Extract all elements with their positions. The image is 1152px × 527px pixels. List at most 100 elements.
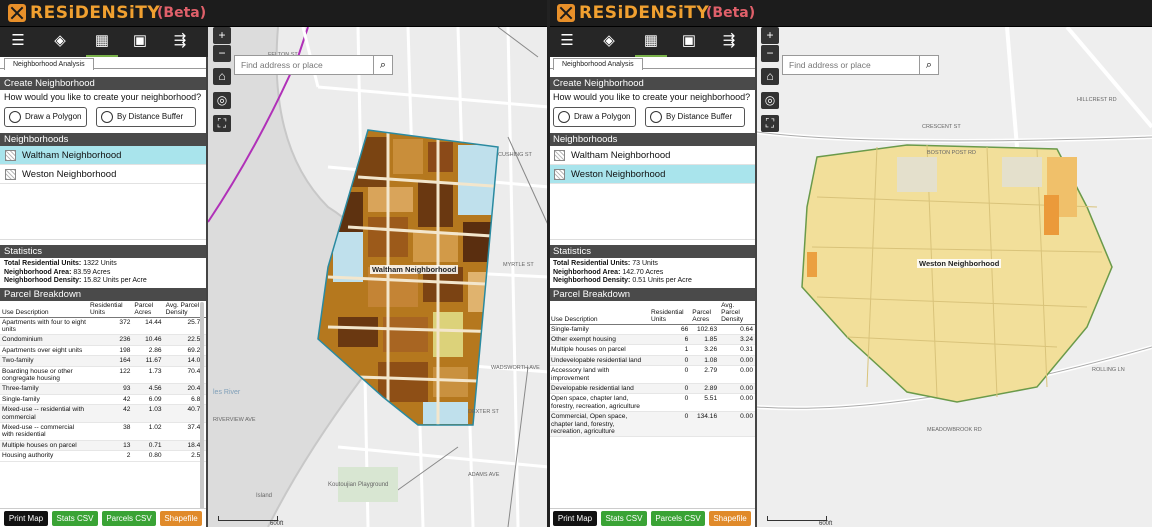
table-cell: Apartments over eight units <box>0 345 88 357</box>
street-label: BOSTON POST RD <box>927 150 977 156</box>
home-icon[interactable]: ⌂ <box>213 68 231 85</box>
table-cell: Commercial, Open space, chapter land, fo… <box>549 411 649 438</box>
grid-icon[interactable]: ▣ <box>128 30 152 52</box>
draw-polygon-button[interactable]: Draw a Polygon <box>4 107 87 127</box>
map-weston[interactable]: Weston Neighborhood HILLCREST RD CRESCEN… <box>757 27 1152 527</box>
table-cell: 1.02 <box>132 422 164 441</box>
table-row: Apartments over eight units 198 2.86 69.22 <box>0 345 206 357</box>
table-cell: 0.64 <box>719 324 755 335</box>
table-cell: 3.24 <box>719 334 755 346</box>
table-row: Mixed-use -- residential with commercial… <box>0 404 206 423</box>
park-label: Koutoujian Playground <box>328 482 389 488</box>
zoom-in-button[interactable]: + <box>761 27 779 44</box>
street-label: MYRTLE ST <box>503 262 534 268</box>
stats-csv-button[interactable]: Stats CSV <box>52 511 98 526</box>
list-item[interactable]: Weston Neighborhood <box>0 165 206 184</box>
footer-bar: Print Map Stats CSV Parcels CSV Shapefil… <box>0 508 206 527</box>
table-cell: Housing authority <box>0 450 88 462</box>
parcels-csv-button[interactable]: Parcels CSV <box>102 511 156 526</box>
layers-icon[interactable]: ◈ <box>597 30 621 52</box>
draw-polygon-button[interactable]: Draw a Polygon <box>553 107 636 127</box>
shapefile-button[interactable]: Shapefile <box>709 511 751 526</box>
home-icon[interactable]: ⌂ <box>761 68 779 85</box>
table-cell: 1.08 <box>690 355 720 367</box>
neighborhood-list: Waltham Neighborhood Weston Neighborhood <box>0 146 206 240</box>
table-cell: 0.71 <box>132 440 164 452</box>
search-input[interactable]: Find address or place <box>782 55 920 75</box>
table-cell: 0 <box>649 355 691 367</box>
list-item[interactable]: Waltham Neighborhood <box>0 146 206 165</box>
fullscreen-icon[interactable]: ⛶ <box>761 115 779 132</box>
table-cell: 236 <box>88 334 133 346</box>
table-cell: 5.51 <box>690 393 720 413</box>
print-map-button[interactable]: Print Map <box>553 511 597 526</box>
column-header: Avg. Parcel Density <box>719 300 755 325</box>
create-question: How would you like to create your neighb… <box>553 92 751 102</box>
scrollbar[interactable] <box>200 302 204 517</box>
neighborhood-analysis-icon[interactable]: ▦ <box>86 30 118 57</box>
search-icon[interactable]: ⌕ <box>919 55 939 75</box>
map-waltham[interactable]: Waltham Neighborhood FELTON ST CUSHING S… <box>208 27 549 527</box>
table-row: Mixed-use -- commercial with residential… <box>0 422 206 441</box>
parcel-table: Use Description Residential Units Parcel… <box>549 300 755 438</box>
table-cell: 1 <box>649 344 691 356</box>
distance-buffer-button[interactable]: By Distance Buffer <box>96 107 196 127</box>
street-label: WADSWORTH AVE <box>491 365 540 371</box>
column-header: Use Description <box>549 300 649 325</box>
search-icon[interactable]: ⌕ <box>373 55 393 75</box>
table-cell: 0 <box>649 393 691 413</box>
locate-icon[interactable]: ◎ <box>761 92 779 109</box>
zoom-out-button[interactable]: − <box>213 45 231 62</box>
table-cell: 10.46 <box>132 334 164 346</box>
locate-icon[interactable]: ◎ <box>213 92 231 109</box>
beta-badge: (Beta) <box>706 5 756 21</box>
fullscreen-icon[interactable]: ⛶ <box>213 115 231 132</box>
list-item[interactable]: Weston Neighborhood <box>549 165 755 184</box>
river-label: les River <box>213 389 241 396</box>
table-cell: Mixed-use -- commercial with residential <box>0 422 88 441</box>
table-cell: 0.31 <box>719 344 755 356</box>
table-row: Multiple houses on parcel 13 0.71 18.40 <box>0 440 206 452</box>
toolbar: ☰ ◈ ▦ ▣ ⇶ <box>0 27 208 57</box>
table-cell: 3.26 <box>690 344 720 356</box>
table-cell: 0.00 <box>719 365 755 384</box>
street-label: DEXTER ST <box>468 409 499 415</box>
zoom-out-button[interactable]: − <box>761 45 779 62</box>
list-item[interactable]: Waltham Neighborhood <box>549 146 755 165</box>
create-header: Create Neighborhood <box>0 77 206 90</box>
parcels-csv-button[interactable]: Parcels CSV <box>651 511 705 526</box>
zoom-in-button[interactable]: + <box>213 27 231 44</box>
tab-neighborhood-analysis[interactable]: Neighborhood Analysis <box>553 58 643 70</box>
neighborhood-analysis-icon[interactable]: ▦ <box>635 30 667 57</box>
list-icon[interactable]: ☰ <box>6 30 30 52</box>
table-cell: 0.00 <box>719 393 755 413</box>
pattern-swatch-icon <box>554 150 565 161</box>
table-row: Boarding house or other congregate housi… <box>0 366 206 385</box>
street-label: CUSHING ST <box>498 152 532 158</box>
residensity-logo-icon <box>8 4 26 22</box>
table-cell: 164 <box>88 355 133 367</box>
app-left: RESiDENSiTY (Beta) ☰ ◈ ▦ ▣ ⇶ Waltham Nei… <box>0 0 549 527</box>
stats-csv-button[interactable]: Stats CSV <box>601 511 647 526</box>
grid-icon[interactable]: ▣ <box>677 30 701 52</box>
export-icon[interactable]: ⇶ <box>717 30 741 52</box>
app-title: RESiDENSiTY <box>30 3 161 23</box>
distance-buffer-button[interactable]: By Distance Buffer <box>645 107 745 127</box>
table-cell: 1.03 <box>132 404 164 423</box>
table-cell: 0.00 <box>719 411 755 438</box>
street-label: ADAMS AVE <box>468 472 500 478</box>
list-icon[interactable]: ☰ <box>555 30 579 52</box>
tab-neighborhood-analysis[interactable]: Neighborhood Analysis <box>4 58 94 70</box>
export-icon[interactable]: ⇶ <box>168 30 192 52</box>
scale-bar <box>218 516 278 521</box>
shapefile-button[interactable]: Shapefile <box>160 511 202 526</box>
statistics-header: Statistics <box>549 245 755 258</box>
table-row: Developable residential land 0 2.89 0.00 <box>549 383 755 395</box>
print-map-button[interactable]: Print Map <box>4 511 48 526</box>
table-cell: Multiple houses on parcel <box>0 440 88 452</box>
search-input[interactable]: Find address or place <box>234 55 374 75</box>
layers-icon[interactable]: ◈ <box>48 30 72 52</box>
pattern-swatch-icon <box>5 169 16 180</box>
table-row: Apartments with four to eight units 372 14… <box>0 317 206 336</box>
table-row: Commercial, Open space, chapter land, fo… <box>549 411 755 438</box>
